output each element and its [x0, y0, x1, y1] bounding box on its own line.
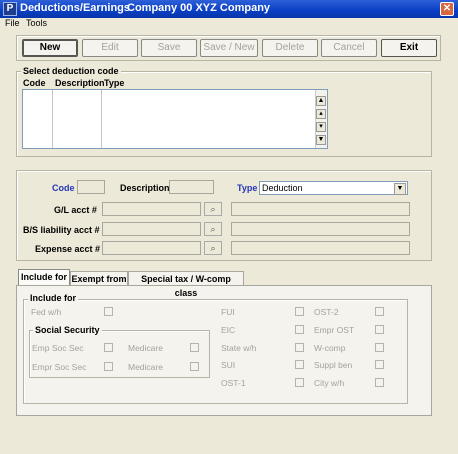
col-description: Description [55, 78, 105, 88]
menu-bar: File Tools [0, 18, 458, 30]
expense-acct-field[interactable] [102, 241, 201, 255]
type-select-value: Deduction [262, 183, 303, 193]
column-divider [101, 90, 102, 148]
select-group-label: Select deduction code [21, 66, 121, 76]
empr-ost-checkbox[interactable] [375, 325, 384, 334]
medicare-checkbox[interactable] [190, 343, 199, 352]
scroll-top-icon[interactable]: ▲ [316, 96, 326, 106]
code-label: Code [52, 183, 75, 193]
bs-desc-field [231, 222, 410, 236]
type-label: Type [237, 183, 258, 193]
menu-file[interactable]: File [5, 18, 20, 28]
binoculars-icon[interactable]: ⌕ [204, 241, 222, 255]
expense-desc-field [231, 241, 410, 255]
state-wh-checkbox[interactable] [295, 343, 304, 352]
ost2-label: OST-2 [314, 307, 339, 317]
fed-wh-label: Fed w/h [31, 307, 62, 317]
window-title: Deductions/Earnings [20, 2, 131, 14]
gl-label: G/L acct # [54, 205, 97, 215]
eic-label: EIC [221, 325, 236, 335]
state-wh-label: State w/h [221, 343, 257, 353]
bs-label: B/S liability acct # [23, 225, 100, 235]
gl-acct-field[interactable] [102, 202, 201, 216]
col-code: Code [23, 78, 46, 88]
fui-checkbox[interactable] [295, 307, 304, 316]
edit-button[interactable]: Edit [82, 39, 138, 57]
exit-button[interactable]: Exit [381, 39, 437, 57]
description-field[interactable] [169, 180, 214, 194]
scroll-down-icon[interactable]: ▾ [316, 122, 326, 132]
city-wh-label: City w/h [314, 378, 345, 388]
binoculars-icon[interactable]: ⌕ [204, 222, 222, 236]
code-list[interactable]: ▲ ▴ ▾ ▼ [22, 89, 328, 149]
list-scrollbar[interactable]: ▲ ▴ ▾ ▼ [315, 90, 327, 148]
title-bar: P Deductions/Earnings Company 00 XYZ Com… [0, 0, 458, 18]
save-button[interactable]: Save [141, 39, 197, 57]
delete-button[interactable]: Delete [262, 39, 318, 57]
description-label: Description [120, 183, 170, 193]
sui-label: SUI [221, 360, 236, 370]
ost1-checkbox[interactable] [295, 378, 304, 387]
scroll-up-icon[interactable]: ▴ [316, 109, 326, 119]
cancel-button[interactable]: Cancel [321, 39, 377, 57]
code-field[interactable] [77, 180, 105, 194]
ost2-checkbox[interactable] [375, 307, 384, 316]
city-wh-checkbox[interactable] [375, 378, 384, 387]
fed-wh-checkbox[interactable] [104, 307, 113, 316]
gl-desc-field [231, 202, 410, 216]
suppl-ben-checkbox[interactable] [375, 360, 384, 369]
col-type: Type [104, 78, 125, 88]
fui-label: FUI [221, 307, 235, 317]
social-security-label: Social Security [33, 325, 102, 335]
empr-ost-label: Empr OST [314, 325, 355, 335]
emp-soc-sec-label: Emp Soc Sec [32, 343, 84, 353]
bs-acct-field[interactable] [102, 222, 201, 236]
binoculars-icon[interactable]: ⌕ [204, 202, 222, 216]
type-select[interactable]: Deduction ▼ [259, 181, 408, 195]
column-divider [52, 90, 53, 148]
scroll-bottom-icon[interactable]: ▼ [316, 135, 326, 145]
medicare-label: Medicare [128, 343, 163, 353]
expense-label: Expense acct # [35, 244, 101, 254]
empr-medicare-checkbox[interactable] [190, 362, 199, 371]
tab-special-tax[interactable]: Special tax / W-comp class [128, 271, 244, 298]
ost1-label: OST-1 [221, 378, 246, 388]
company-name: Company 00 XYZ Company [127, 2, 271, 14]
empr-soc-sec-checkbox[interactable] [104, 362, 113, 371]
suppl-ben-label: Suppl ben [314, 360, 353, 370]
new-button[interactable]: New [22, 39, 78, 57]
app-icon: P [3, 2, 17, 16]
include-group-label: Include for [28, 293, 79, 303]
save-new-button[interactable]: Save / New [200, 39, 258, 57]
empr-soc-sec-label: Empr Soc Sec [32, 362, 87, 372]
empr-medicare-label: Medicare [128, 362, 163, 372]
emp-soc-sec-checkbox[interactable] [104, 343, 113, 352]
tab-include-for[interactable]: Include for [18, 269, 70, 285]
chevron-down-icon[interactable]: ▼ [394, 183, 406, 195]
wcomp-label: W-comp [314, 343, 346, 353]
menu-tools[interactable]: Tools [26, 18, 47, 28]
sui-checkbox[interactable] [295, 360, 304, 369]
wcomp-checkbox[interactable] [375, 343, 384, 352]
close-icon[interactable]: ✕ [440, 2, 454, 16]
eic-checkbox[interactable] [295, 325, 304, 334]
tab-exempt-from[interactable]: Exempt from [70, 271, 128, 285]
